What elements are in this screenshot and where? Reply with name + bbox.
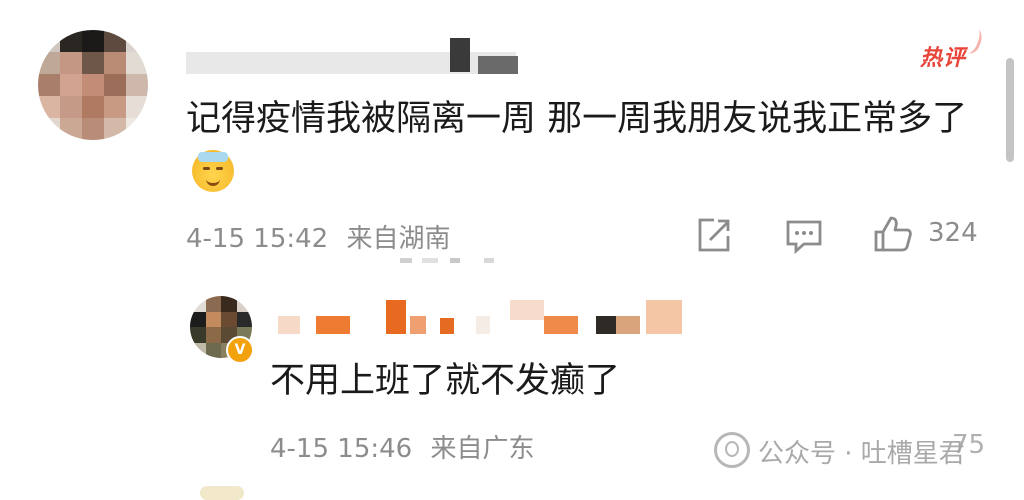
- share-icon[interactable]: [694, 216, 732, 258]
- like-count: 324: [928, 218, 978, 248]
- reply-time: 4-15 15:46: [270, 434, 413, 464]
- scrollbar[interactable]: [1006, 58, 1014, 162]
- avatar[interactable]: [38, 30, 148, 140]
- verified-badge: V: [226, 336, 254, 364]
- comment-text: 记得疫情我被隔离一周 那一周我朋友说我正常多了: [186, 92, 976, 200]
- comment-location: 来自湖南: [346, 224, 451, 254]
- like-button[interactable]: [872, 214, 914, 258]
- reply-location: 来自广东: [430, 434, 535, 464]
- wechat-official-icon: [714, 432, 750, 468]
- comment-time: 4-15 15:42: [186, 224, 329, 254]
- next-item-hint: [200, 486, 244, 500]
- sick-face-emoji: [192, 150, 234, 192]
- censored-dots: [400, 258, 494, 264]
- comment-meta: 4-15 15:42 来自湖南: [186, 218, 450, 255]
- reply-text: 不用上班了就不发癫了: [270, 361, 621, 401]
- reply-meta: 4-15 15:46 来自广东: [270, 428, 534, 465]
- watermark: 公众号 · 吐槽星君: [714, 432, 965, 470]
- hot-comment-badge: 热评: [920, 25, 986, 72]
- comment-icon[interactable]: [784, 218, 824, 258]
- thumbs-up-icon: [874, 216, 912, 252]
